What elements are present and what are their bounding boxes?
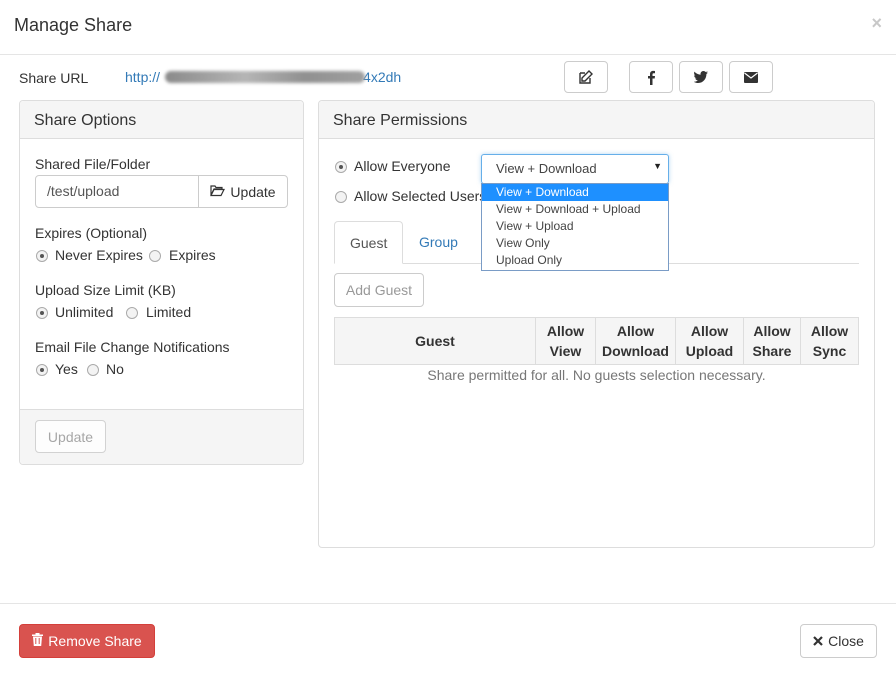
redacted-url-blur	[165, 71, 365, 83]
column-header: Allow View	[535, 317, 596, 365]
share-url-suffix: 4x2dh	[363, 69, 402, 85]
unlimited-radio[interactable]	[36, 307, 48, 319]
share-options-panel: Share Options Shared File/Folder /test/u…	[19, 100, 304, 465]
share-url-prefix: http://	[125, 69, 161, 85]
column-header: Allow Download	[595, 317, 676, 365]
trash-icon	[32, 633, 44, 649]
share-url-label: Share URL	[19, 70, 89, 86]
modal-header: Manage Share ×	[0, 0, 896, 55]
envelope-icon	[744, 71, 758, 83]
email-share-button[interactable]	[729, 61, 773, 93]
expires-label: Expires (Optional)	[35, 225, 148, 241]
permission-select-value: View + Download	[496, 161, 597, 176]
unlimited-label: Unlimited	[55, 304, 114, 320]
path-update-button[interactable]: Update	[198, 175, 288, 208]
share-permissions-panel: Share Permissions Allow Everyone Allow S…	[318, 100, 875, 548]
expires-option-label: Expires	[169, 247, 216, 263]
limited-label: Limited	[146, 304, 192, 320]
allow-everyone-radio[interactable]	[335, 161, 347, 173]
upload-limit-label: Upload Size Limit (KB)	[35, 282, 176, 298]
options-update-button[interactable]: Update	[35, 420, 106, 453]
column-header: Allow Upload	[675, 317, 744, 365]
share-permissions-heading: Share Permissions	[319, 101, 874, 139]
permission-select[interactable]: View + Download ▼	[481, 154, 669, 184]
close-icon[interactable]: ×	[871, 13, 882, 34]
dropdown-option[interactable]: View + Download + Upload	[482, 201, 668, 218]
remove-share-button[interactable]: Remove Share	[19, 624, 155, 658]
remove-share-label: Remove Share	[48, 633, 142, 649]
dropdown-option[interactable]: Upload Only	[482, 252, 668, 269]
notify-yes-radio[interactable]	[36, 364, 48, 376]
facebook-icon	[646, 70, 656, 85]
times-icon	[813, 633, 823, 649]
modal-title: Manage Share	[14, 15, 133, 35]
email-notify-label: Email File Change Notifications	[35, 339, 230, 355]
dropdown-option[interactable]: View Only	[482, 235, 668, 252]
column-header: Allow Sync	[800, 317, 859, 365]
shared-path-input[interactable]: /test/upload	[35, 175, 199, 208]
allow-selected-label: Allow Selected Users	[354, 188, 487, 204]
dropdown-option[interactable]: View + Upload	[482, 218, 668, 235]
notify-no-label: No	[106, 361, 124, 377]
dropdown-option[interactable]: View + Download	[482, 184, 668, 201]
folder-open-icon	[210, 184, 226, 200]
path-update-label: Update	[230, 183, 276, 200]
notify-no-radio[interactable]	[87, 364, 99, 376]
notify-yes-label: Yes	[55, 361, 78, 377]
empty-guests-message: Share permitted for all. No guests selec…	[427, 367, 766, 383]
twitter-icon	[694, 71, 708, 83]
allow-everyone-label: Allow Everyone	[354, 158, 451, 174]
twitter-share-button[interactable]	[679, 61, 723, 93]
modal-footer: Remove Share Close	[0, 603, 896, 677]
edit-link-button[interactable]	[564, 61, 608, 93]
expires-radio[interactable]	[149, 250, 161, 262]
permission-dropdown: View + Download View + Download + Upload…	[481, 183, 669, 271]
add-guest-button[interactable]: Add Guest	[334, 273, 424, 307]
share-options-heading: Share Options	[20, 101, 303, 139]
shared-file-label: Shared File/Folder	[35, 156, 151, 172]
close-button-label: Close	[828, 633, 864, 649]
close-button[interactable]: Close	[800, 624, 877, 658]
guests-table: Guest Allow View Allow Download Allow Up…	[334, 317, 859, 365]
column-header: Guest	[334, 317, 536, 365]
caret-down-icon: ▼	[653, 161, 662, 171]
edit-icon	[579, 70, 593, 84]
limited-radio[interactable]	[126, 307, 138, 319]
tab-group[interactable]: Group	[404, 221, 473, 264]
allow-selected-radio[interactable]	[335, 191, 347, 203]
tab-guest[interactable]: Guest	[334, 221, 404, 264]
facebook-share-button[interactable]	[629, 61, 673, 93]
column-header: Allow Share	[743, 317, 801, 365]
never-expires-label: Never Expires	[55, 247, 143, 263]
never-expires-radio[interactable]	[36, 250, 48, 262]
